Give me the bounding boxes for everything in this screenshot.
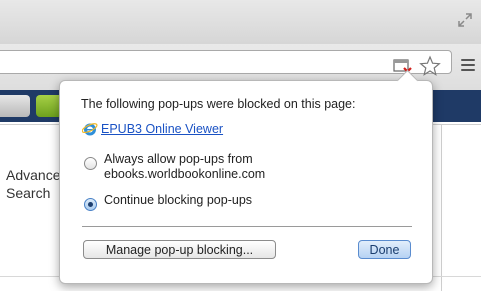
ie-icon bbox=[82, 123, 98, 136]
allow-popups-option[interactable]: Always allow pop-ups from ebooks.worldbo… bbox=[84, 152, 265, 182]
popup-title: The following pop-ups were blocked on th… bbox=[81, 97, 356, 111]
nav-button[interactable] bbox=[0, 95, 30, 117]
done-button[interactable]: Done bbox=[358, 240, 411, 259]
continue-blocking-radio[interactable] bbox=[84, 198, 97, 211]
continue-blocking-option[interactable]: Continue blocking pop-ups bbox=[84, 193, 252, 211]
allow-popups-label-line1: Always allow pop-ups from bbox=[104, 152, 253, 166]
blocked-site-link[interactable]: EPUB3 Online Viewer bbox=[101, 122, 223, 136]
star-icon[interactable] bbox=[419, 55, 441, 77]
allow-popups-label-line2: ebooks.worldbookonline.com bbox=[104, 167, 266, 181]
menu-icon[interactable] bbox=[461, 59, 475, 73]
fullscreen-icon[interactable] bbox=[457, 12, 473, 28]
allow-popups-label: Always allow pop-ups from ebooks.worldbo… bbox=[104, 152, 265, 182]
continue-blocking-label: Continue blocking pop-ups bbox=[104, 193, 253, 207]
manage-popup-blocking-button[interactable]: Manage pop-up blocking... bbox=[83, 240, 276, 259]
window-titlebar bbox=[0, 0, 481, 44]
divider bbox=[441, 125, 442, 291]
popup-separator bbox=[82, 226, 412, 227]
allow-popups-radio[interactable] bbox=[84, 157, 97, 170]
address-bar[interactable] bbox=[0, 50, 452, 74]
popup-blocked-bubble: The following pop-ups were blocked on th… bbox=[59, 69, 433, 284]
blocked-site-item[interactable]: EPUB3 Online Viewer bbox=[82, 121, 223, 137]
